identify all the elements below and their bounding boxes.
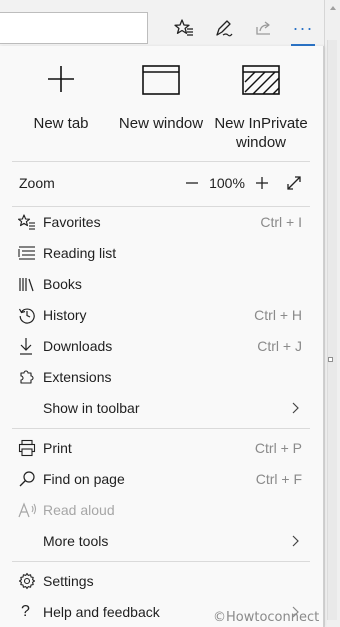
- plus-icon: [22, 64, 100, 102]
- gear-icon: [12, 572, 40, 590]
- menu-item-label: History: [43, 307, 87, 323]
- menu-item-label: Downloads: [43, 338, 113, 354]
- toolbar: ···: [0, 0, 324, 52]
- menu-item-label: Books: [43, 276, 82, 292]
- scroll-grip[interactable]: [328, 357, 333, 362]
- zoom-row: Zoom 100%: [12, 168, 310, 198]
- menu-item-label: More tools: [43, 533, 109, 549]
- menu-item-label: Extensions: [43, 369, 112, 385]
- browser-window: ··· New tab New window New InPrivate win…: [0, 0, 340, 627]
- menu-item-books[interactable]: Books: [12, 269, 310, 299]
- divider: [12, 161, 310, 162]
- new-window-tile[interactable]: New window: [113, 64, 209, 154]
- new-window-label: New window: [118, 115, 204, 132]
- zoom-out-button[interactable]: [180, 171, 204, 195]
- shortcut: Ctrl + F: [255, 471, 302, 487]
- menu-item-label: Reading list: [43, 245, 117, 261]
- shortcut: Ctrl + H: [254, 307, 302, 323]
- settings-menu: New tab New window New InPrivate window …: [0, 46, 324, 627]
- watermark: ©Howtoconnect: [213, 610, 320, 625]
- divider: [12, 561, 310, 562]
- chevron-right-icon: [292, 402, 310, 414]
- download-icon: [12, 337, 40, 355]
- zoom-value: 100%: [209, 175, 245, 191]
- divider: [12, 428, 310, 429]
- favorites-star-icon[interactable]: [168, 12, 200, 44]
- new-inprivate-window-tile[interactable]: New InPrivate window: [211, 64, 311, 154]
- window-icon: [113, 64, 209, 102]
- menu-item-label: Settings: [43, 573, 94, 589]
- address-bar[interactable]: [0, 12, 148, 44]
- more-label: ···: [292, 18, 314, 38]
- shortcut: Ctrl + P: [254, 440, 302, 456]
- menu-item-print[interactable]: Print Ctrl + P: [12, 433, 310, 463]
- menu-item-label: Find on page: [43, 471, 125, 487]
- menu-item-label: Read aloud: [43, 502, 115, 518]
- extensions-icon: [12, 368, 40, 386]
- new-tab-label: New tab: [33, 115, 89, 132]
- more-dots-icon[interactable]: ···: [287, 12, 319, 46]
- scroll-up-arrow-icon[interactable]: [330, 6, 336, 10]
- menu-item-settings[interactable]: Settings: [12, 566, 310, 596]
- inprivate-window-icon: [211, 64, 311, 102]
- menu-item-label: Favorites: [43, 214, 101, 230]
- menu-item-extensions[interactable]: Extensions: [12, 362, 310, 392]
- zoom-in-button[interactable]: [250, 171, 274, 195]
- fullscreen-icon[interactable]: [282, 171, 306, 195]
- menu-item-read-aloud[interactable]: Read aloud: [12, 495, 310, 525]
- history-icon: [12, 306, 40, 324]
- help-icon: ?: [21, 603, 30, 620]
- share-icon[interactable]: [248, 12, 280, 44]
- menu-item-more-tools[interactable]: More tools: [12, 526, 310, 556]
- menu-item-label: Print: [43, 440, 72, 456]
- menu-item-history[interactable]: History Ctrl + H: [12, 300, 310, 330]
- menu-item-reading-list[interactable]: Reading list: [12, 238, 310, 268]
- search-icon: [12, 470, 40, 488]
- menu-item-show-in-toolbar[interactable]: Show in toolbar: [12, 393, 310, 423]
- books-icon: [12, 276, 40, 292]
- print-icon: [12, 439, 40, 457]
- reading-list-icon: [12, 245, 40, 261]
- shortcut: Ctrl + I: [260, 214, 302, 230]
- scrollbar[interactable]: [324, 0, 340, 627]
- scroll-thumb[interactable]: [327, 40, 337, 620]
- menu-item-favorites[interactable]: Favorites Ctrl + I: [12, 207, 310, 237]
- notes-pen-icon[interactable]: [208, 12, 240, 44]
- new-inprivate-window-label: New InPrivate window: [214, 115, 308, 151]
- menu-tiles: New tab New window New InPrivate window: [0, 46, 324, 162]
- read-aloud-icon: [12, 501, 40, 519]
- menu-item-label: Show in toolbar: [43, 400, 140, 416]
- shortcut: Ctrl + J: [257, 338, 302, 354]
- zoom-label: Zoom: [19, 175, 55, 191]
- chevron-right-icon: [292, 535, 310, 547]
- new-tab-tile[interactable]: New tab: [22, 64, 100, 154]
- menu-item-downloads[interactable]: Downloads Ctrl + J: [12, 331, 310, 361]
- favorites-icon: [12, 214, 40, 230]
- menu-item-find-on-page[interactable]: Find on page Ctrl + F: [12, 464, 310, 494]
